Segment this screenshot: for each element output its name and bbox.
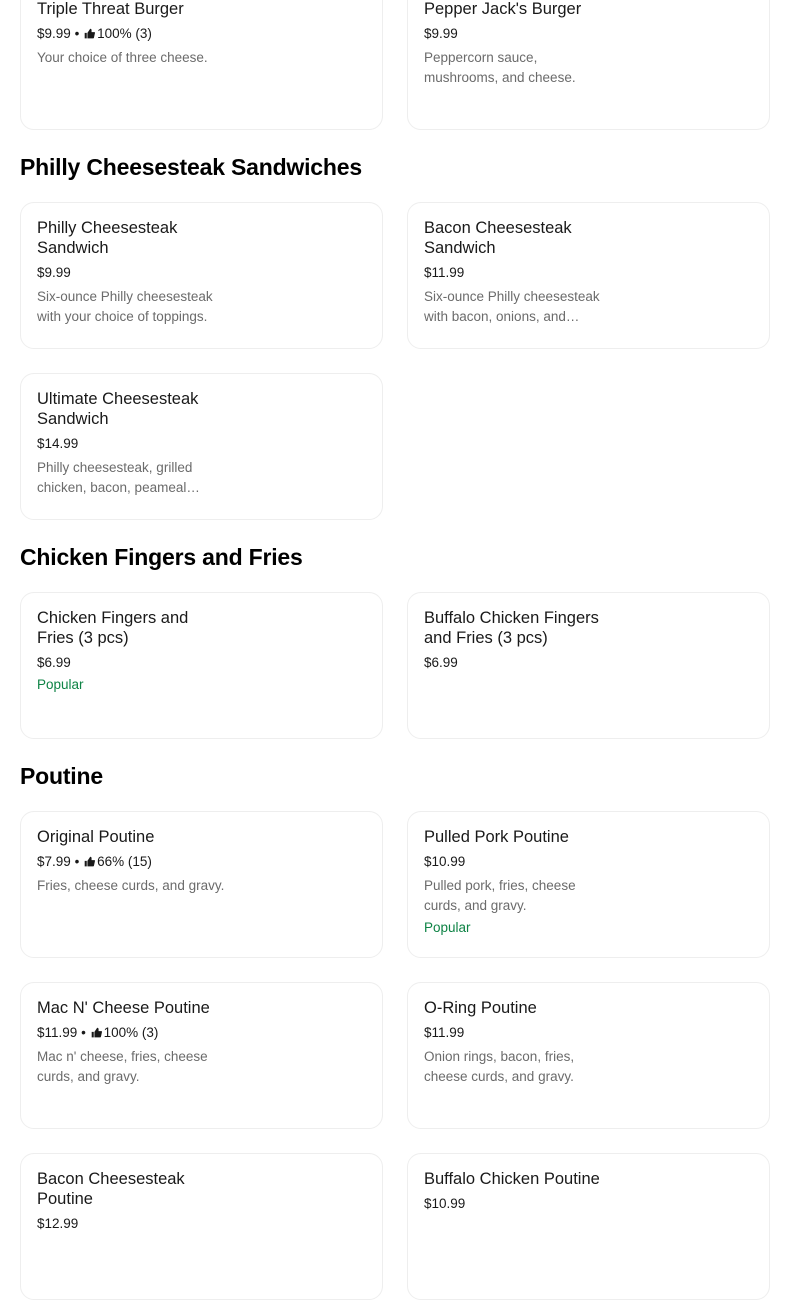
popular-badge: Popular xyxy=(424,920,471,935)
item-price: $10.99 xyxy=(424,854,466,869)
item-price: $12.99 xyxy=(37,1216,79,1231)
item-meta: $9.99 xyxy=(37,263,227,283)
item-price: $10.99 xyxy=(424,1196,466,1211)
item-price: $11.99 xyxy=(424,265,465,280)
item-description: Six-ounce Philly cheesesteak with your c… xyxy=(37,289,213,324)
item-name: Philly Cheesesteak Sandwich xyxy=(37,219,178,257)
item-meta: $11.99 xyxy=(424,1023,614,1043)
item-name: Chicken Fingers and Fries (3 pcs) xyxy=(37,609,189,647)
menu-item-card[interactable]: Buffalo Chicken Poutine $10.99 xyxy=(407,1153,770,1300)
item-meta: $10.99 xyxy=(424,1194,614,1214)
item-name: Pepper Jack's Burger xyxy=(424,0,582,18)
section-title-philly: Philly Cheesesteak Sandwiches xyxy=(20,154,362,180)
menu-item-card[interactable]: Pulled Pork Poutine $10.99 Pulled pork, … xyxy=(407,811,770,958)
item-price: $7.99 xyxy=(37,854,71,869)
menu-item-card[interactable]: Bacon Cheesesteak Sandwich $11.99 Six-ou… xyxy=(407,202,770,349)
item-name: Triple Threat Burger xyxy=(37,0,184,18)
item-description: Pulled pork, fries, cheese curds, and gr… xyxy=(424,878,576,913)
item-description: Mac n' cheese, fries, cheese curds, and … xyxy=(37,1049,208,1084)
item-name: Buffalo Chicken Poutine xyxy=(424,1170,600,1188)
item-meta: $11.99 • 100% (3) xyxy=(37,1023,227,1043)
item-description: Philly cheesesteak, grilled chicken, bac… xyxy=(37,460,193,495)
item-name: O-Ring Poutine xyxy=(424,999,537,1017)
item-name: Pulled Pork Poutine xyxy=(424,828,569,846)
menu-item-card[interactable]: Triple Threat Burger $9.99 • 100% (3) Yo… xyxy=(20,0,383,130)
menu-item-card[interactable]: Ultimate Cheesesteak Sandwich $14.99 Phi… xyxy=(20,373,383,520)
menu-item-card[interactable]: Mac N' Cheese Poutine $11.99 • 100% (3) … xyxy=(20,982,383,1129)
item-name: Ultimate Cheesesteak Sandwich xyxy=(37,390,199,428)
popular-badge: Popular xyxy=(37,677,84,692)
item-meta: $10.99 xyxy=(424,852,614,872)
item-price: $9.99 xyxy=(424,26,458,41)
item-price: $6.99 xyxy=(37,655,71,670)
item-rating: 66% (15) xyxy=(97,854,152,869)
item-price: $9.99 xyxy=(37,26,71,41)
menu-item-card[interactable]: Chicken Fingers and Fries (3 pcs) $6.99 … xyxy=(20,592,383,739)
menu-item-card[interactable]: Bacon Cheesesteak Poutine $12.99 xyxy=(20,1153,383,1300)
item-description: Fries, cheese curds, and gravy. xyxy=(37,878,225,893)
item-price: $14.99 xyxy=(37,436,79,451)
item-meta: $11.99 xyxy=(424,263,614,283)
item-price: $11.99 xyxy=(37,1025,78,1040)
item-name: Bacon Cheesesteak Sandwich xyxy=(424,219,572,257)
menu-item-card[interactable]: Pepper Jack's Burger $9.99 Peppercorn sa… xyxy=(407,0,770,130)
item-description: Your choice of three cheese. xyxy=(37,50,208,65)
menu-item-card[interactable]: Philly Cheesesteak Sandwich $9.99 Six-ou… xyxy=(20,202,383,349)
item-description: Six-ounce Philly cheesesteak with bacon,… xyxy=(424,289,600,324)
item-price: $6.99 xyxy=(424,655,458,670)
item-meta: $6.99 xyxy=(37,653,227,673)
section-title-poutine: Poutine xyxy=(20,763,103,789)
item-meta: $6.99 xyxy=(424,653,614,673)
separator-dot: • xyxy=(74,26,80,41)
item-meta: $9.99 • 100% (3) xyxy=(37,24,227,44)
item-meta: $12.99 xyxy=(37,1214,227,1234)
thumbs-up-icon xyxy=(84,28,96,39)
item-meta: $9.99 xyxy=(424,24,614,44)
menu-item-card[interactable]: O-Ring Poutine $11.99 Onion rings, bacon… xyxy=(407,982,770,1129)
menu-item-card[interactable]: Original Poutine $7.99 • 66% (15) Fries,… xyxy=(20,811,383,958)
separator-dot: • xyxy=(81,1025,86,1040)
item-rating: 100% (3) xyxy=(97,26,152,41)
item-meta: $14.99 xyxy=(37,434,227,454)
item-price: $9.99 xyxy=(37,265,71,280)
item-meta: $7.99 • 66% (15) xyxy=(37,852,227,872)
separator-dot: • xyxy=(74,854,80,869)
item-name: Bacon Cheesesteak Poutine xyxy=(37,1170,185,1208)
thumbs-up-icon xyxy=(84,856,96,867)
item-name: Buffalo Chicken Fingers and Fries (3 pcs… xyxy=(424,609,599,647)
menu-item-card[interactable]: Buffalo Chicken Fingers and Fries (3 pcs… xyxy=(407,592,770,739)
item-description: Onion rings, bacon, fries, cheese curds,… xyxy=(424,1049,575,1084)
item-description: Peppercorn sauce, mushrooms, and cheese. xyxy=(424,50,576,85)
item-name: Original Poutine xyxy=(37,828,155,846)
item-price: $11.99 xyxy=(424,1025,465,1040)
item-name: Mac N' Cheese Poutine xyxy=(37,999,210,1017)
thumbs-up-icon xyxy=(91,1027,102,1038)
item-rating: 100% (3) xyxy=(103,1025,159,1040)
section-title-chicken-fingers: Chicken Fingers and Fries xyxy=(20,544,303,570)
